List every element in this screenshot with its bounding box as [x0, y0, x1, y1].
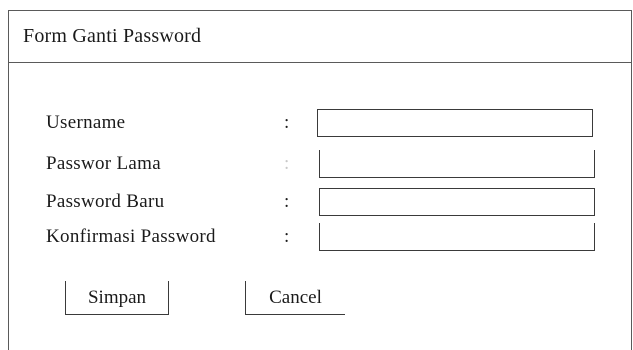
confirm-password-row: Konfirmasi Password :: [9, 223, 631, 255]
old-password-row: Passwor Lama :: [9, 150, 631, 182]
cancel-button[interactable]: Cancel: [245, 281, 345, 315]
new-password-label: Password Baru: [46, 191, 165, 212]
form-title-bar: Form Ganti Password: [9, 11, 631, 63]
form-title: Form Ganti Password: [23, 25, 202, 47]
old-password-input[interactable]: [319, 150, 595, 178]
new-password-input[interactable]: [319, 188, 595, 216]
save-button[interactable]: Simpan: [65, 281, 169, 315]
change-password-form: Form Ganti Password Username : Passwor L…: [8, 10, 632, 350]
confirm-password-label: Konfirmasi Password: [46, 226, 216, 247]
username-label: Username: [46, 112, 126, 133]
confirm-password-colon: :: [284, 226, 290, 247]
username-colon: :: [284, 112, 290, 133]
confirm-password-input[interactable]: [319, 223, 595, 251]
username-input[interactable]: [317, 109, 593, 137]
old-password-colon: :: [284, 153, 290, 174]
new-password-colon: :: [284, 191, 290, 212]
new-password-row: Password Baru :: [9, 188, 631, 220]
top-strip: [0, 0, 633, 10]
username-row: Username :: [9, 109, 631, 141]
old-password-label: Passwor Lama: [46, 153, 161, 174]
